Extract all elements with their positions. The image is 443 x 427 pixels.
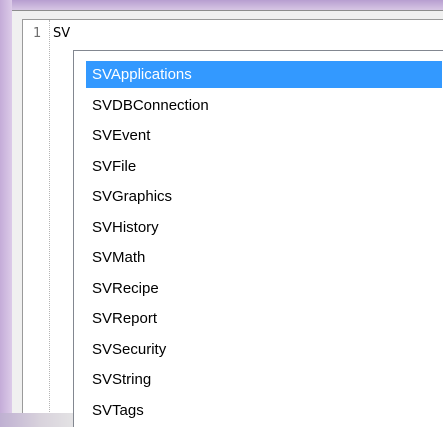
autocomplete-item[interactable]: SVReport (86, 305, 442, 332)
line-number: 1 (33, 26, 42, 41)
window-border-left (0, 0, 12, 427)
autocomplete-item[interactable]: SVFile (86, 153, 442, 180)
autocomplete-item[interactable]: SVApplications (86, 61, 442, 88)
autocomplete-item[interactable]: SVGraphics (86, 183, 442, 210)
autocomplete-item[interactable]: SVEvent (86, 122, 442, 149)
autocomplete-item[interactable]: SVDBConnection (86, 92, 442, 119)
autocomplete-item[interactable]: SVHistory (86, 214, 442, 241)
autocomplete-item[interactable]: SVMath (86, 244, 442, 271)
gutter-separator (49, 20, 50, 420)
autocomplete-item[interactable]: SVTags (86, 397, 442, 424)
autocomplete-item[interactable]: SVString (86, 366, 442, 393)
autocomplete-item[interactable]: SVSecurity (86, 336, 442, 363)
line-number-gutter (23, 20, 47, 420)
autocomplete-list[interactable]: SVApplications SVDBConnection SVEvent SV… (73, 50, 443, 427)
window-border-top (0, 0, 443, 10)
code-line-text[interactable]: SV (53, 26, 70, 41)
autocomplete-item[interactable]: SVRecipe (86, 275, 442, 302)
